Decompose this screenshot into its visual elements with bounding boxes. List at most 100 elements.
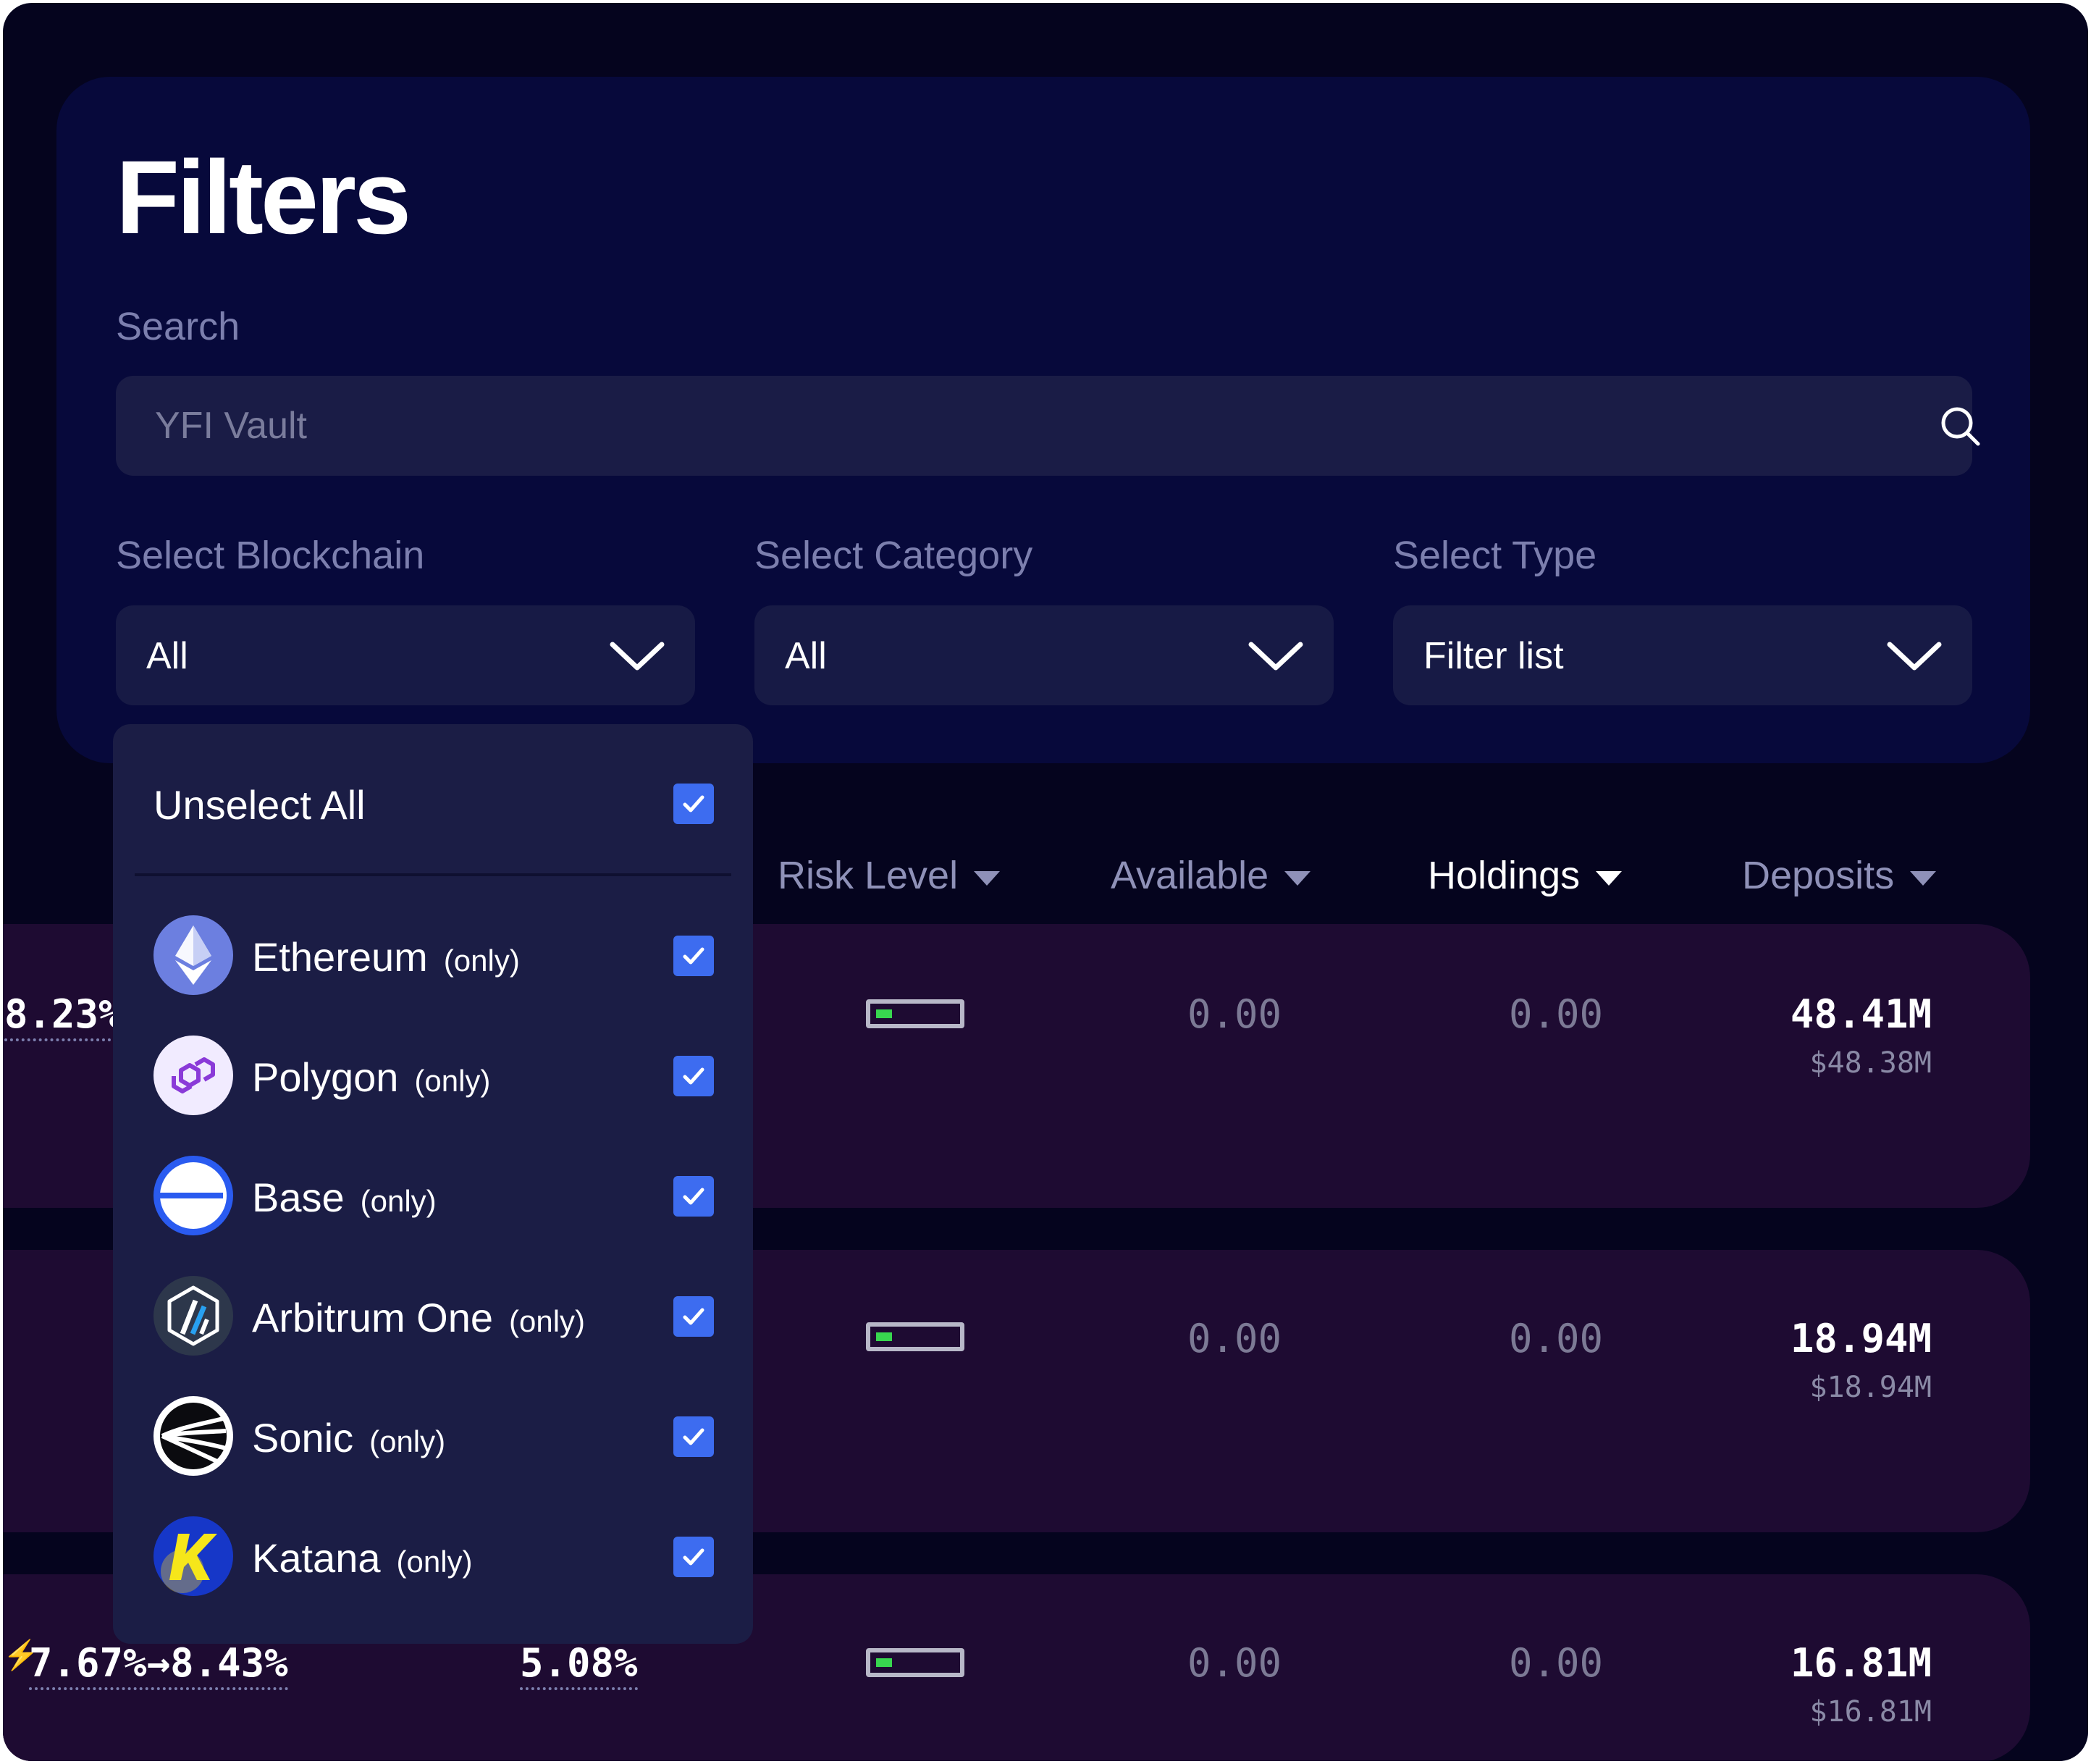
chain-option-ethereum[interactable]: Ethereum (only): [113, 901, 753, 1009]
chain-option-base[interactable]: Base (only): [113, 1141, 753, 1250]
type-select[interactable]: Filter list: [1393, 605, 1972, 705]
chain-name: Polygon (only): [252, 1057, 490, 1098]
search-input[interactable]: [155, 376, 1878, 476]
checkmark-icon: [683, 1428, 704, 1445]
deposits-value: 16.81M: [1790, 1640, 1932, 1686]
category-select[interactable]: All: [754, 605, 1334, 705]
column-header-risk-level[interactable]: Risk Level: [778, 854, 1001, 897]
search-label: Search: [116, 305, 240, 348]
type-select-value: Filter list: [1423, 635, 1564, 677]
katana-icon: [153, 1516, 233, 1596]
unselect-all-checkbox[interactable]: [673, 784, 714, 824]
risk-level-fill: [876, 1658, 892, 1667]
caret-down-icon: [1284, 870, 1311, 886]
page-title: Filters: [116, 139, 411, 256]
column-header-label: Deposits: [1742, 854, 1895, 897]
arrow-right-icon: →: [146, 1640, 171, 1686]
caret-down-icon: [1596, 870, 1623, 886]
available-value: 0.00: [1187, 1640, 1282, 1686]
caret-down-icon: [1910, 870, 1937, 886]
unselect-all-option[interactable]: Unselect All: [113, 749, 753, 857]
ethereum-icon: [153, 915, 233, 995]
checkmark-icon: [683, 795, 704, 812]
chevron-down-icon: [1248, 642, 1303, 671]
apy-value: 8.23%: [4, 995, 122, 1041]
risk-level-bar: [866, 999, 964, 1028]
only-link[interactable]: (only): [509, 1304, 585, 1338]
chain-name: Arbitrum One (only): [252, 1298, 585, 1338]
only-link[interactable]: (only): [361, 1184, 437, 1218]
category-select-label: Select Category: [754, 534, 1033, 577]
apy-to: 8.43%: [170, 1640, 288, 1686]
chain-name: Sonic (only): [252, 1418, 445, 1458]
chain-checkbox[interactable]: [673, 1296, 714, 1337]
filters-panel: Filters Search Select Blockchain Select …: [56, 77, 2030, 763]
sonic-icon: [153, 1396, 233, 1476]
chain-option-sonic[interactable]: Sonic (only): [113, 1382, 753, 1490]
search-icon[interactable]: [1939, 405, 1982, 448]
chain-name-text: Base: [252, 1175, 345, 1220]
column-header-available[interactable]: Available: [1111, 854, 1311, 897]
checkmark-icon: [683, 1067, 704, 1085]
risk-level-bar: [866, 1648, 964, 1677]
column-header-holdings[interactable]: Holdings: [1428, 854, 1623, 897]
checkmark-icon: [683, 1188, 704, 1205]
chain-name: Ethereum (only): [252, 937, 520, 978]
chain-name: Base (only): [252, 1177, 437, 1218]
blockchain-select-label: Select Blockchain: [116, 534, 425, 577]
only-link[interactable]: (only): [414, 1064, 490, 1098]
deposits-usd-value: $48.38M: [1809, 1046, 1932, 1080]
deposits-value: 18.94M: [1790, 1316, 1932, 1361]
chain-checkbox[interactable]: [673, 1056, 714, 1096]
blockchain-dropdown-menu: Unselect All Ethereum (only) Polygon (on…: [113, 724, 753, 1644]
available-value: 0.00: [1187, 991, 1282, 1037]
dropdown-divider: [135, 873, 731, 876]
only-link[interactable]: (only): [444, 944, 520, 978]
chain-checkbox[interactable]: [673, 1176, 714, 1217]
chain-name-text: Polygon: [252, 1054, 399, 1100]
chain-checkbox[interactable]: [673, 936, 714, 976]
chevron-down-icon: [1887, 642, 1942, 671]
column-header-label: Available: [1111, 854, 1269, 897]
checkmark-icon: [683, 1548, 704, 1566]
risk-level-bar: [866, 1322, 964, 1351]
risk-level-fill: [876, 1332, 892, 1341]
type-select-label: Select Type: [1393, 534, 1597, 577]
chevron-down-icon: [610, 642, 665, 671]
chain-name-text: Arbitrum One: [252, 1295, 493, 1340]
chain-name-text: Ethereum: [252, 934, 428, 980]
holdings-value: 0.00: [1509, 1640, 1604, 1686]
risk-level-fill: [876, 1009, 892, 1018]
deposits-usd-value: $18.94M: [1809, 1371, 1932, 1404]
deposits-value: 48.41M: [1790, 991, 1932, 1037]
unselect-all-label: Unselect All: [153, 782, 366, 828]
base-icon: [153, 1156, 233, 1235]
historical-apy-value: 5.08%: [520, 1644, 638, 1690]
only-link[interactable]: (only): [397, 1545, 473, 1579]
chain-option-arbitrum-one[interactable]: Arbitrum One (only): [113, 1261, 753, 1370]
chain-option-katana[interactable]: Katana (only): [113, 1502, 753, 1610]
chain-option-polygon[interactable]: Polygon (only): [113, 1021, 753, 1130]
blockchain-select[interactable]: All: [116, 605, 695, 705]
blockchain-select-value: All: [146, 635, 188, 677]
chain-checkbox[interactable]: [673, 1537, 714, 1577]
column-header-label: Holdings: [1428, 854, 1581, 897]
category-select-value: All: [785, 635, 827, 677]
deposits-usd-value: $16.81M: [1809, 1695, 1932, 1729]
arbitrum-icon: [153, 1276, 233, 1356]
column-header-deposits[interactable]: Deposits: [1742, 854, 1937, 897]
chain-checkbox[interactable]: [673, 1416, 714, 1457]
column-header-label: Risk Level: [778, 854, 959, 897]
search-box: [116, 376, 1980, 476]
polygon-icon: [153, 1036, 233, 1115]
chain-name-text: Sonic: [252, 1415, 354, 1461]
checkmark-icon: [683, 947, 704, 965]
checkmark-icon: [683, 1308, 704, 1325]
only-link[interactable]: (only): [369, 1424, 445, 1458]
chain-name: Katana (only): [252, 1538, 473, 1579]
app-window: Filters Search Select Blockchain Select …: [3, 3, 2088, 1761]
holdings-value: 0.00: [1509, 1316, 1604, 1361]
apy-from: 7.67%: [29, 1640, 147, 1686]
apy-value: 7.67%→8.43%: [29, 1644, 288, 1690]
chain-name-text: Katana: [252, 1535, 381, 1581]
